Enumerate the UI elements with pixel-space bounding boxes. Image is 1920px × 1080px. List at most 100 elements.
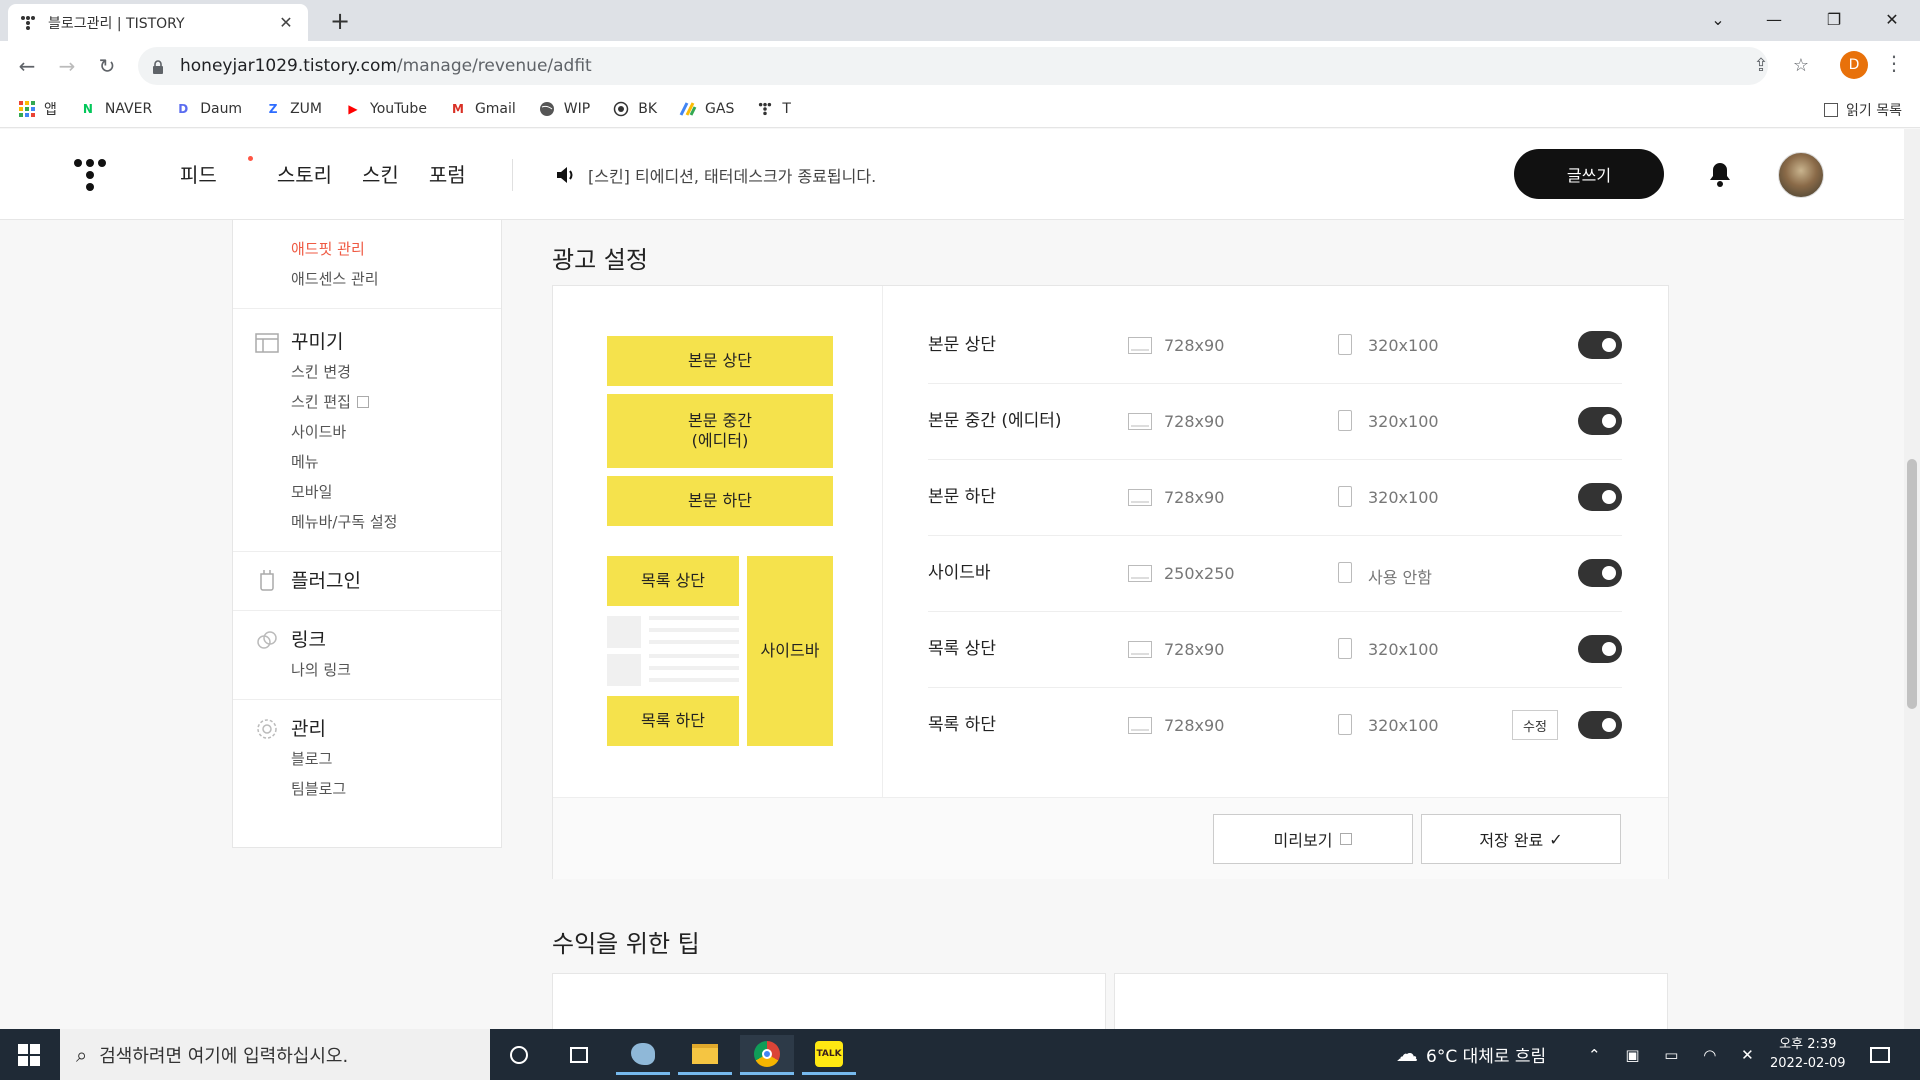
- forward-arrow-icon[interactable]: →: [52, 51, 82, 81]
- kakaotalk-icon[interactable]: TALK: [802, 1035, 856, 1075]
- sidebar-revenue: 애드핏 관리 애드센스 관리: [233, 220, 501, 309]
- ad-placement-preview: 본문 상단 본문 중간 (에디터) 본문 하단 목록 상단 목록 하단 사이드바: [553, 286, 883, 797]
- tab-close-icon[interactable]: ✕: [276, 13, 296, 32]
- bookmark-label: Gmail: [474, 101, 516, 117]
- sidebar-item-mobile[interactable]: 모바일: [291, 477, 501, 507]
- user-avatar[interactable]: [1778, 152, 1824, 198]
- file-explorer-icon[interactable]: [678, 1035, 732, 1075]
- bookmark-star-icon[interactable]: ☆: [1790, 55, 1812, 77]
- page-scrollbar[interactable]: [1904, 129, 1920, 1029]
- new-tab-button[interactable]: +: [326, 8, 354, 36]
- desktop-icon: [1128, 413, 1152, 430]
- bell-icon[interactable]: [1708, 161, 1732, 187]
- restore-icon[interactable]: ❐: [1806, 0, 1862, 38]
- ad-slot-toggle[interactable]: [1578, 711, 1622, 739]
- bookmark-앱[interactable]: 앱: [18, 99, 57, 119]
- minimize-icon[interactable]: —: [1746, 0, 1802, 38]
- ad-slot-row: 사이드바 250x250 사용 안함: [928, 536, 1622, 612]
- windows-start-icon[interactable]: [18, 1044, 40, 1066]
- ad-slot-toggle[interactable]: [1578, 331, 1622, 359]
- chrome-icon[interactable]: [740, 1035, 794, 1075]
- system-tray-icons[interactable]: ⌃ ▣ ▭ ◠ ✕: [1588, 1029, 1764, 1080]
- preview-line: [649, 654, 739, 658]
- browser-tab[interactable]: 블로그관리 | TISTORY ✕: [8, 4, 308, 41]
- mobile-icon: [1338, 334, 1352, 355]
- bookmark-label: YouTube: [370, 101, 427, 117]
- reading-list-icon: [1824, 103, 1839, 117]
- menu-feed[interactable]: 피드: [180, 156, 253, 188]
- back-arrow-icon[interactable]: ←: [12, 51, 42, 81]
- sidebar-item-blog[interactable]: 블로그: [291, 744, 501, 774]
- reading-list[interactable]: 읽기 목록: [1824, 100, 1902, 120]
- bookmark-naver[interactable]: N NAVER: [79, 100, 152, 118]
- sidebar-item-skin-edit[interactable]: 스킨 편집: [291, 387, 501, 417]
- edit-button[interactable]: 수정: [1512, 710, 1558, 740]
- tab-search-chevron-icon[interactable]: ⌄: [1690, 0, 1746, 38]
- ad-slot-name: 본문 상단: [928, 335, 996, 355]
- ad-slot-row: 목록 상단 728x90 320x100: [928, 612, 1622, 688]
- sidebar-item-adfit[interactable]: 애드핏 관리: [291, 234, 501, 264]
- mobile-ad-size: 320x100: [1368, 336, 1439, 355]
- notice-text: [스킨] 티에디션, 태터데스크가 종료됩니다.: [588, 167, 877, 186]
- sidebar-title-link[interactable]: 링크: [291, 625, 501, 655]
- menu-forum[interactable]: 포럼: [429, 159, 466, 188]
- taskbar-clock[interactable]: 오후 2:39 2022-02-09: [1770, 1035, 1846, 1073]
- page-viewport: 피드 스토리 스킨 포럼 [스킨] 티에디션, 태터데스크가 종료됩니다. 글쓰…: [0, 129, 1904, 1029]
- sidebar-link: 링크 나의 링크: [233, 611, 501, 700]
- weather-widget[interactable]: ☁ 6°C 대체로 흐림: [1396, 1029, 1546, 1080]
- ad-slot-toggle[interactable]: [1578, 559, 1622, 587]
- browser-menu-icon[interactable]: ⋮: [1884, 51, 1904, 75]
- mobile-ad-size: 320x100: [1368, 640, 1439, 659]
- tip-card[interactable]: [1114, 973, 1668, 1029]
- check-icon: ✓: [1549, 829, 1563, 849]
- sidebar-item-adsense[interactable]: 애드센스 관리: [291, 264, 501, 294]
- bookmark-youtube[interactable]: ▶ YouTube: [344, 100, 427, 118]
- tips-title: 수익을 위한 팁: [552, 930, 700, 958]
- sidebar-item-my-link[interactable]: 나의 링크: [291, 655, 501, 685]
- sidebar-title-manage[interactable]: 관리: [291, 714, 501, 744]
- ad-slot-toggle[interactable]: [1578, 407, 1622, 435]
- task-view-icon[interactable]: [552, 1035, 606, 1075]
- scrollbar-thumb[interactable]: [1907, 459, 1917, 709]
- sidebar-title-decorate[interactable]: 꾸미기: [291, 327, 501, 357]
- profile-avatar[interactable]: D: [1840, 51, 1868, 79]
- preview-body-middle: 본문 중간 (에디터): [607, 394, 833, 468]
- menu-story[interactable]: 스토리: [277, 159, 332, 188]
- bookmark-gmail[interactable]: M Gmail: [449, 100, 516, 118]
- reload-icon[interactable]: ↻: [92, 51, 122, 81]
- lock-icon: [152, 59, 164, 74]
- bookmark-gas[interactable]: GAS: [679, 100, 734, 118]
- ad-slot-name: 목록 상단: [928, 639, 996, 659]
- sidebar-item-menu[interactable]: 메뉴: [291, 447, 501, 477]
- taskbar-search-input[interactable]: ⌕ 검색하려면 여기에 입력하십시오.: [60, 1029, 490, 1080]
- share-icon[interactable]: ⇪: [1750, 55, 1772, 77]
- sidebar-title-plugin[interactable]: 플러그인: [291, 566, 501, 596]
- close-window-icon[interactable]: ✕: [1864, 0, 1920, 38]
- tip-card[interactable]: [552, 973, 1106, 1029]
- preview-button[interactable]: 미리보기: [1213, 814, 1413, 864]
- bookmark-zum[interactable]: Z ZUM: [264, 100, 322, 118]
- preview-list-bottom: 목록 하단: [607, 696, 739, 746]
- bookmark-bk[interactable]: BK: [612, 100, 657, 118]
- paint-app-icon[interactable]: [616, 1035, 670, 1075]
- sidebar-item-sidebar[interactable]: 사이드바: [291, 417, 501, 447]
- ad-slot-toggle[interactable]: [1578, 635, 1622, 663]
- sidebar-item-team-blog[interactable]: 팀블로그: [291, 774, 501, 804]
- sidebar-item-skin-change[interactable]: 스킨 변경: [291, 357, 501, 387]
- write-post-button[interactable]: 글쓰기: [1514, 149, 1664, 199]
- tistory-logo-icon[interactable]: [72, 157, 108, 193]
- bookmark-daum[interactable]: D Daum: [174, 100, 242, 118]
- apps-script-icon: [679, 100, 697, 118]
- cortana-icon[interactable]: [492, 1035, 546, 1075]
- bookmark-wip[interactable]: WIP: [538, 100, 590, 118]
- save-button[interactable]: 저장 완료 ✓: [1421, 814, 1621, 864]
- bookmark-t[interactable]: T: [756, 100, 791, 118]
- menu-skin[interactable]: 스킨: [362, 159, 399, 188]
- preview-list-top: 목록 상단: [607, 556, 739, 606]
- ad-slot-toggle[interactable]: [1578, 483, 1622, 511]
- notice-banner[interactable]: [스킨] 티에디션, 태터데스크가 종료됩니다.: [556, 163, 876, 187]
- url-omnibox[interactable]: honeyjar1029.tistory.com/manage/revenue/…: [138, 47, 1809, 85]
- notification-icon[interactable]: [1870, 1029, 1890, 1080]
- sidebar-item-menubar[interactable]: 메뉴바/구독 설정: [291, 507, 501, 537]
- sidebar-decorate: 꾸미기 스킨 변경 스킨 편집 사이드바 메뉴 모바일 메뉴바/구독 설정: [233, 309, 501, 552]
